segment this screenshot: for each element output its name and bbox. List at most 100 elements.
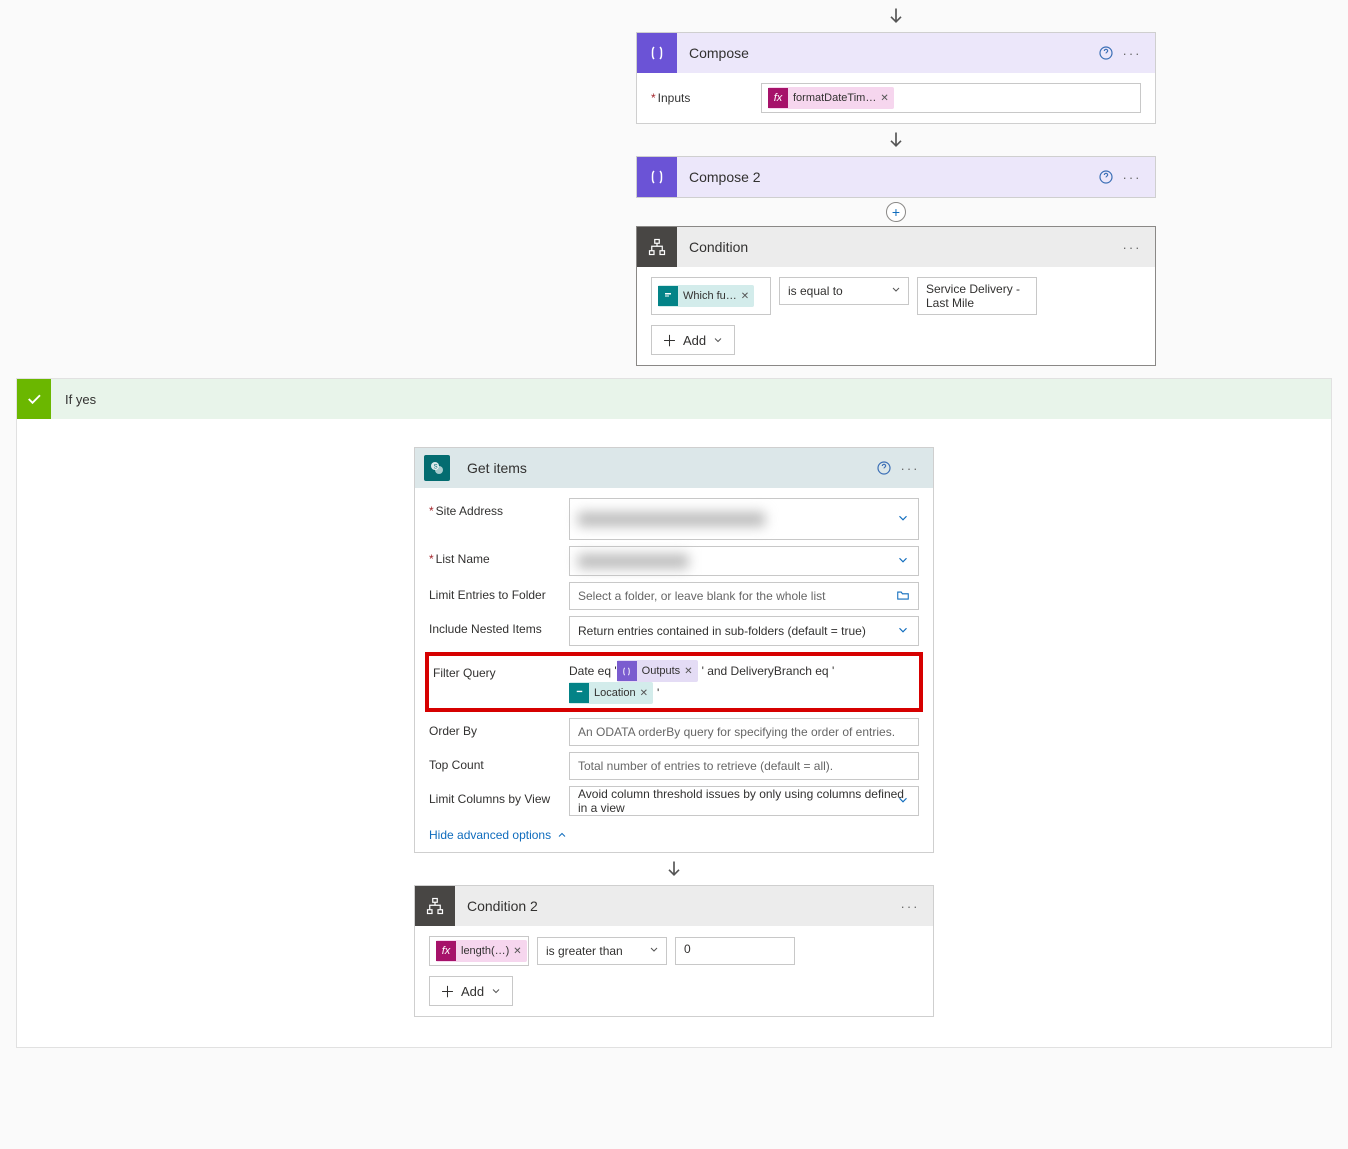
site-address-label: Site Address bbox=[429, 498, 569, 518]
hide-advanced-link[interactable]: Hide advanced options bbox=[429, 828, 568, 842]
remove-token-icon[interactable]: ✕ bbox=[640, 688, 648, 699]
forms-token[interactable]: Which fu… ✕ bbox=[658, 285, 754, 307]
right-value-text: Service Delivery - Last Mile bbox=[926, 282, 1020, 310]
nested-value: Return entries contained in sub-folders … bbox=[578, 624, 866, 638]
condition-icon bbox=[637, 227, 677, 267]
fx-token[interactable]: fx length(…) ✕ bbox=[436, 940, 527, 962]
hide-adv-label: Hide advanced options bbox=[429, 828, 551, 842]
top-count-input[interactable]: Total number of entries to retrieve (def… bbox=[569, 752, 919, 780]
forms-icon bbox=[658, 286, 678, 306]
get-items-card: S Get items ··· Site Address bbox=[414, 447, 934, 853]
action-menu-icon[interactable]: ··· bbox=[1119, 234, 1145, 260]
add-condition-button[interactable]: ＋ Add bbox=[651, 325, 735, 355]
get-items-title: Get items bbox=[455, 460, 871, 476]
token-label: Which fu… bbox=[683, 290, 737, 302]
chevron-down-icon bbox=[896, 793, 910, 810]
remove-token-icon[interactable]: ✕ bbox=[741, 291, 749, 302]
filter-text: Date eq ' bbox=[569, 664, 617, 678]
limit-cols-label: Limit Columns by View bbox=[429, 786, 569, 806]
chevron-down-icon bbox=[648, 944, 660, 959]
add-label: Add bbox=[683, 333, 706, 348]
condition2-header[interactable]: Condition 2 ··· bbox=[415, 886, 933, 926]
action-menu-icon[interactable]: ··· bbox=[897, 455, 923, 481]
list-name-select[interactable]: █████████████ bbox=[569, 546, 919, 576]
action-menu-icon[interactable]: ··· bbox=[1119, 164, 1145, 190]
remove-token-icon[interactable]: ✕ bbox=[684, 666, 692, 677]
add-condition-button[interactable]: ＋ Add bbox=[429, 976, 513, 1006]
condition2-card: Condition 2 ··· fx length(…) ✕ bbox=[414, 885, 934, 1017]
remove-token-icon[interactable]: ✕ bbox=[513, 946, 521, 957]
compose-header[interactable]: Compose ··· bbox=[637, 33, 1155, 73]
flow-arrow bbox=[414, 859, 934, 879]
inputs-label: Inputs bbox=[651, 91, 761, 105]
filter-query-label: Filter Query bbox=[433, 660, 569, 680]
site-address-select[interactable]: ██████████████████████ bbox=[569, 498, 919, 540]
help-icon[interactable] bbox=[1093, 40, 1119, 66]
compose2-title: Compose 2 bbox=[677, 169, 1093, 185]
inputs-field[interactable]: fx formatDateTim… ✕ bbox=[761, 83, 1141, 113]
nested-select[interactable]: Return entries contained in sub-folders … bbox=[569, 616, 919, 646]
condition-card: Condition ··· Which fu… ✕ bbox=[636, 226, 1156, 366]
chevron-up-icon bbox=[556, 829, 568, 841]
fx-token[interactable]: fx formatDateTim… ✕ bbox=[768, 87, 894, 109]
forms-icon bbox=[569, 683, 589, 703]
fx-icon: fx bbox=[436, 941, 456, 961]
get-items-header[interactable]: S Get items ··· bbox=[415, 448, 933, 488]
plus-icon: ＋ bbox=[440, 981, 455, 1002]
limit-folder-input[interactable]: Select a folder, or leave blank for the … bbox=[569, 582, 919, 610]
plus-icon: ＋ bbox=[662, 330, 677, 351]
help-icon[interactable] bbox=[871, 455, 897, 481]
sharepoint-icon: S bbox=[415, 448, 455, 488]
placeholder-text: Total number of entries to retrieve (def… bbox=[578, 759, 833, 773]
operator-label: is greater than bbox=[546, 944, 623, 958]
compose2-header[interactable]: Compose 2 ··· bbox=[637, 157, 1155, 197]
compose-icon bbox=[637, 33, 677, 73]
order-by-label: Order By bbox=[429, 718, 569, 738]
placeholder-text: An ODATA orderBy query for specifying th… bbox=[578, 725, 895, 739]
add-step-icon[interactable]: + bbox=[886, 202, 906, 222]
site-address-value: ██████████████████████ bbox=[578, 512, 765, 526]
limit-cols-select[interactable]: Avoid column threshold issues by only us… bbox=[569, 786, 919, 816]
action-menu-icon[interactable]: ··· bbox=[897, 893, 923, 919]
folder-picker-icon[interactable] bbox=[896, 588, 910, 605]
filter-text: ' and DeliveryBranch eq ' bbox=[702, 664, 835, 678]
if-yes-label: If yes bbox=[51, 392, 96, 407]
condition2-title: Condition 2 bbox=[455, 898, 897, 914]
help-icon[interactable] bbox=[1093, 164, 1119, 190]
list-name-label: List Name bbox=[429, 546, 569, 566]
chevron-down-icon bbox=[490, 985, 502, 997]
add-label: Add bbox=[461, 984, 484, 999]
token-label: formatDateTim… bbox=[793, 92, 876, 104]
chevron-down-icon bbox=[712, 334, 724, 346]
top-count-label: Top Count bbox=[429, 752, 569, 772]
condition-icon bbox=[415, 886, 455, 926]
filter-query-input[interactable]: Date eq ' Outputs ✕ ' and DeliveryBranch… bbox=[569, 660, 915, 704]
order-by-input[interactable]: An ODATA orderBy query for specifying th… bbox=[569, 718, 919, 746]
condition2-operator-select[interactable]: is greater than bbox=[537, 937, 667, 965]
chevron-down-icon bbox=[896, 511, 910, 528]
condition-operator-select[interactable]: is equal to bbox=[779, 277, 909, 305]
check-icon bbox=[17, 379, 51, 419]
outputs-token[interactable]: Outputs ✕ bbox=[617, 660, 698, 682]
compose-title: Compose bbox=[677, 45, 1093, 61]
if-yes-branch-header[interactable]: If yes bbox=[17, 379, 1331, 419]
location-token[interactable]: Location ✕ bbox=[569, 682, 653, 704]
fx-icon: fx bbox=[768, 88, 788, 108]
condition-left-value[interactable]: Which fu… ✕ bbox=[651, 277, 771, 315]
condition2-right-value[interactable]: 0 bbox=[675, 937, 795, 965]
chevron-down-icon bbox=[890, 284, 902, 299]
limit-folder-label: Limit Entries to Folder bbox=[429, 582, 569, 602]
condition2-left-value[interactable]: fx length(…) ✕ bbox=[429, 936, 529, 966]
nested-label: Include Nested Items bbox=[429, 616, 569, 636]
condition-header[interactable]: Condition ··· bbox=[637, 227, 1155, 267]
limit-cols-value: Avoid column threshold issues by only us… bbox=[578, 787, 910, 815]
svg-text:S: S bbox=[434, 465, 438, 471]
condition-right-value[interactable]: Service Delivery - Last Mile bbox=[917, 277, 1037, 315]
token-label: length(…) bbox=[461, 945, 509, 957]
compose2-action-card: Compose 2 ··· bbox=[636, 156, 1156, 198]
action-menu-icon[interactable]: ··· bbox=[1119, 40, 1145, 66]
compose-icon bbox=[637, 157, 677, 197]
filter-query-highlight: Filter Query Date eq ' Outputs ✕ bbox=[425, 652, 923, 712]
remove-token-icon[interactable]: ✕ bbox=[880, 93, 888, 104]
token-label: Outputs bbox=[642, 665, 681, 677]
